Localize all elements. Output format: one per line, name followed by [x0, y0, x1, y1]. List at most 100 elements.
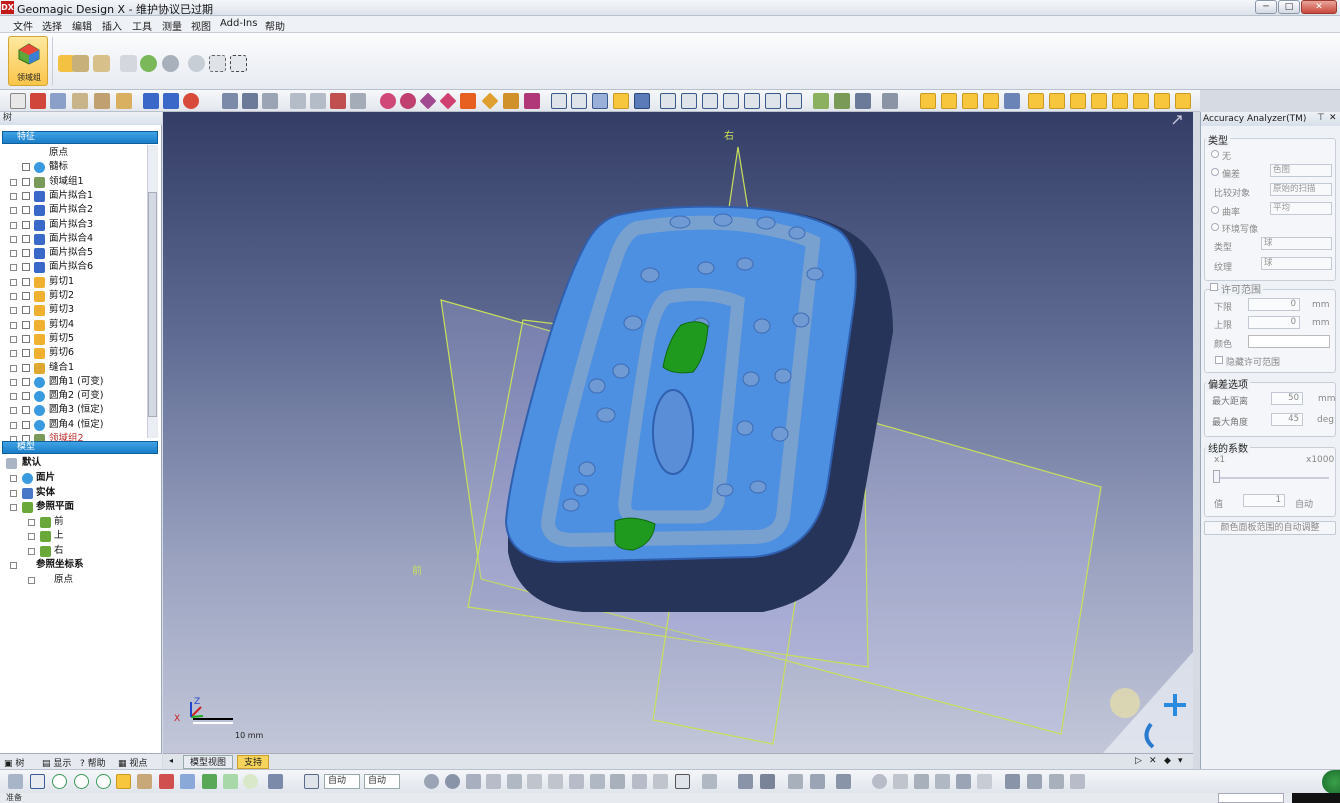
snap-icon-4[interactable] [439, 92, 457, 110]
filter-icon-b[interactable] [445, 774, 460, 789]
filter-icon-8[interactable] [1070, 93, 1086, 109]
model-row-plane-icon-5[interactable]: 右 [0, 544, 150, 558]
menu-insert[interactable]: 插入 [102, 18, 122, 33]
visibility-checkbox[interactable] [22, 292, 30, 300]
zoom-area-icon[interactable] [330, 93, 346, 109]
visibility-checkbox[interactable] [22, 163, 30, 172]
new-icon[interactable] [10, 93, 26, 109]
display-icon-4[interactable] [613, 93, 629, 109]
polygon-select-icon[interactable] [74, 774, 89, 789]
filter-icon-c[interactable] [466, 774, 481, 789]
feature-row[interactable]: 缝合1 [0, 361, 150, 375]
zoom-fit-icon[interactable] [290, 93, 306, 109]
region-group-button[interactable]: 领域组 [8, 36, 48, 86]
import-icon[interactable] [30, 93, 46, 109]
tab-display[interactable]: ▤ 显示 [42, 756, 71, 769]
filter-icon-cc[interactable] [1070, 774, 1085, 789]
snap-icon-1[interactable] [380, 93, 396, 109]
expand-toggle[interactable] [10, 235, 17, 243]
filter-icon-aa[interactable] [1027, 774, 1042, 789]
filter-icon-d[interactable] [486, 774, 501, 789]
filter-icon-q[interactable] [788, 774, 803, 789]
visibility-checkbox[interactable] [22, 349, 30, 358]
display-icon-1[interactable] [551, 93, 567, 109]
kind-select[interactable]: 球 [1261, 237, 1332, 250]
expand-toggle[interactable] [10, 489, 17, 497]
expand-toggle[interactable] [10, 364, 17, 372]
merge-icon[interactable] [162, 55, 179, 72]
visibility-checkbox[interactable] [22, 220, 30, 229]
texture-select[interactable]: 球 [1261, 257, 1332, 270]
model-row-solid-icon-1[interactable]: 实体 [0, 486, 150, 500]
save-icon[interactable] [50, 93, 66, 109]
visibility-checkbox[interactable] [22, 420, 30, 429]
menu-addins[interactable]: Add-Ins [220, 18, 257, 29]
view-icon-3[interactable] [262, 93, 278, 109]
filter-icon-e[interactable] [507, 774, 522, 789]
snap-icon-8[interactable] [524, 93, 540, 109]
filter-icon-j[interactable] [610, 774, 625, 789]
filter-icon-l[interactable] [653, 774, 668, 789]
feature-row[interactable]: 面片拟合4 [0, 232, 150, 246]
expand-toggle[interactable] [10, 350, 17, 358]
filter-icon-s[interactable] [836, 774, 851, 789]
snap-icon-7[interactable] [503, 93, 519, 109]
auto-combo-1[interactable]: 自动 [324, 774, 360, 789]
redo-icon[interactable] [163, 93, 179, 109]
visibility-checkbox[interactable] [22, 363, 30, 372]
visibility-checkbox[interactable] [22, 406, 30, 415]
upper-input[interactable]: 0 [1248, 316, 1300, 329]
menu-edit[interactable]: 编辑 [72, 18, 92, 33]
expand-toggle[interactable] [10, 178, 17, 186]
filter-icon-i[interactable] [590, 774, 605, 789]
expand-toggle[interactable] [28, 547, 35, 555]
filter-icon-y[interactable] [977, 774, 992, 789]
mesh-wizard-icon[interactable] [72, 55, 89, 72]
tab-help[interactable]: ? 帮助 [80, 756, 106, 769]
filter-icon-k[interactable] [632, 774, 647, 789]
paint-icon[interactable] [137, 774, 152, 789]
3d-viewport[interactable]: 右 前 X Z 10 mm [163, 112, 1193, 753]
panel-pin-icon[interactable]: ⊤ [1317, 113, 1325, 123]
menu-measure[interactable]: 测量 [162, 18, 182, 33]
menu-help[interactable]: 帮助 [265, 18, 285, 33]
value-input[interactable]: 1 [1243, 494, 1285, 507]
expand-toggle[interactable] [10, 192, 17, 200]
radio-env-map[interactable] [1211, 223, 1219, 231]
expand-toggle[interactable] [10, 393, 17, 401]
filter-icon-1[interactable] [920, 93, 936, 109]
filter-icon-x[interactable] [956, 774, 971, 789]
feature-row[interactable]: 原点 [0, 146, 150, 160]
model-row-plane-icon-4[interactable]: 上 [0, 529, 150, 543]
filter-icon-w[interactable] [935, 774, 950, 789]
view-front-icon[interactable] [660, 93, 676, 109]
tab-menu-icon[interactable]: ▾ [1178, 756, 1183, 766]
compare-select[interactable]: 原始的扫描 [1270, 183, 1332, 196]
model-section-header[interactable]: 模型 [2, 441, 158, 454]
feature-row[interactable]: 剪切5 [0, 332, 150, 346]
expand-toggle[interactable] [10, 321, 17, 329]
tree-scrollbar-thumb[interactable] [148, 192, 157, 417]
features-section-header[interactable]: 特征 [2, 131, 158, 144]
feature-row[interactable]: 面片拟合1 [0, 189, 150, 203]
menu-view[interactable]: 视图 [191, 18, 211, 33]
visibility-checkbox[interactable] [22, 377, 30, 386]
filter-icon-r[interactable] [810, 774, 825, 789]
snap-icon-3[interactable] [419, 92, 437, 110]
filter-icon-6[interactable] [1028, 93, 1044, 109]
copy-icon[interactable] [120, 55, 137, 72]
filter-icon-o[interactable] [738, 774, 753, 789]
filter-icon-4[interactable] [983, 93, 999, 109]
print-icon[interactable] [72, 93, 88, 109]
visibility-checkbox[interactable] [22, 206, 30, 215]
expand-toggle[interactable] [10, 335, 17, 343]
select-connected-icon[interactable] [202, 774, 217, 789]
view-iso-icon[interactable] [786, 93, 802, 109]
expand-toggle[interactable] [28, 576, 35, 584]
lasso-select-icon[interactable] [96, 774, 111, 789]
line-icon[interactable] [8, 774, 23, 789]
feature-row[interactable]: 圆角1 (可变) [0, 375, 150, 389]
visibility-checkbox[interactable] [22, 263, 30, 272]
feature-row[interactable]: 面片拟合6 [0, 260, 150, 274]
tab-support[interactable]: 支持 [237, 755, 270, 769]
